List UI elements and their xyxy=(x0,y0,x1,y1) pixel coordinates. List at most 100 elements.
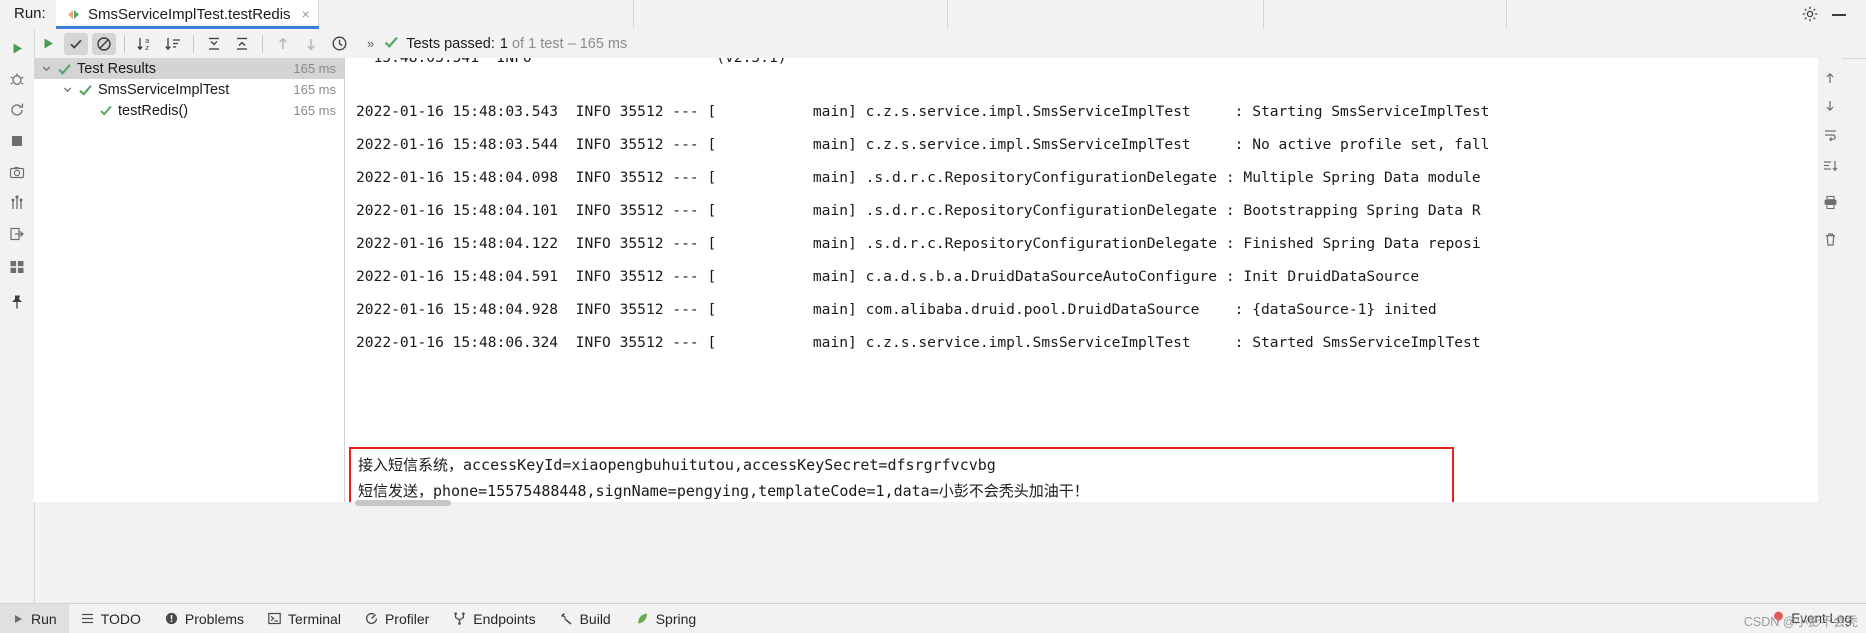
console-log-line: 2022-01-16 15:48:03.543 INFO 35512 --- [… xyxy=(356,103,1490,120)
test-passed-icon xyxy=(78,83,93,97)
console-horizontal-scrollbar[interactable] xyxy=(345,498,1842,508)
console-clipped-line: 15:48:03.541 INFO (v2.5.1) xyxy=(356,58,787,66)
tree-row-sms-service-impl-test[interactable]: SmsServiceImplTest 165 ms xyxy=(34,79,344,100)
tree-row-duration: 165 ms xyxy=(293,61,336,76)
list-lines-icon xyxy=(81,612,94,625)
tab-strip-segment xyxy=(632,0,634,28)
scrollbar-thumb[interactable] xyxy=(355,500,451,506)
next-failed-test-button[interactable] xyxy=(299,33,323,55)
console-highlighted-line: 接入短信系统，accessKeyId=xiaopengbuhuitutou,ac… xyxy=(358,456,996,474)
tests-total-duration: of 1 test – 165 ms xyxy=(511,35,628,52)
status-problems-tab[interactable]: Problems xyxy=(153,604,256,633)
tree-row-label: SmsServiceImplTest xyxy=(98,81,230,98)
status-tab-label: Problems xyxy=(184,610,245,627)
console-log-line: 2022-01-16 15:48:06.324 INFO 35512 --- [… xyxy=(356,334,1481,351)
endpoints-fork-icon xyxy=(453,612,466,625)
console-output[interactable]: 15:48:03.541 INFO (v2.5.1) 2022-01-16 15… xyxy=(345,58,1842,502)
tree-row-test-redis[interactable]: testRedis() 165 ms xyxy=(34,100,344,121)
test-passed-icon xyxy=(99,104,113,117)
status-build-tab[interactable]: Build xyxy=(548,604,623,633)
tree-row-test-results[interactable]: Test Results 165 ms xyxy=(34,58,344,79)
toolbar-separator xyxy=(193,34,194,53)
terminal-prompt-icon xyxy=(268,612,281,625)
console-side-toolbar xyxy=(1818,58,1842,502)
run-config-icon xyxy=(66,7,81,22)
sort-alphabetically-button[interactable]: a z xyxy=(133,33,157,55)
status-tab-label: Profiler xyxy=(384,610,430,627)
status-todo-tab[interactable]: TODO xyxy=(69,604,153,633)
console-log-line: 2022-01-16 15:48:04.098 INFO 35512 --- [… xyxy=(356,169,1481,186)
tree-row-duration: 165 ms xyxy=(293,82,336,97)
console-log-line: 2022-01-16 15:48:04.101 INFO 35512 --- [… xyxy=(356,202,1481,219)
status-tab-label: Spring xyxy=(655,610,697,627)
rail-stop-icon[interactable] xyxy=(0,124,34,158)
toggle-passed-tests-button[interactable] xyxy=(64,32,88,55)
minimize-icon[interactable] xyxy=(1832,5,1848,16)
svg-text:z: z xyxy=(145,44,149,52)
status-spring-tab[interactable]: Spring xyxy=(623,604,708,633)
previous-failed-test-button[interactable] xyxy=(271,33,295,55)
rail-rerun-failed-icon[interactable] xyxy=(0,93,34,127)
status-tab-label: Build xyxy=(579,610,611,627)
run-configuration-tab[interactable]: SmsServiceImplTest.testRedis × xyxy=(56,0,319,28)
tests-passed-label: Tests passed: xyxy=(406,35,495,52)
status-tab-label: Terminal xyxy=(288,610,341,627)
collapse-all-button[interactable] xyxy=(230,33,254,55)
run-label: Run: xyxy=(14,5,46,22)
run-config-tab-label: SmsServiceImplTest.testRedis xyxy=(88,5,291,23)
gear-icon[interactable] xyxy=(1801,5,1819,27)
scroll-to-end-icon[interactable] xyxy=(1818,150,1842,182)
spring-leaf-icon xyxy=(635,612,649,625)
rail-camera-icon[interactable] xyxy=(0,155,34,189)
tree-row-label: testRedis() xyxy=(118,102,189,119)
chevron-down-icon[interactable] xyxy=(40,62,53,75)
test-history-button[interactable] xyxy=(327,33,351,55)
tests-passed-check-icon xyxy=(383,34,400,54)
tests-passed-count: 1 xyxy=(499,35,508,52)
console-log-line: 2022-01-16 15:48:04.591 INFO 35512 --- [… xyxy=(356,268,1420,285)
test-results-tree[interactable]: Test Results 165 ms SmsServiceImplTest 1… xyxy=(34,58,345,502)
status-tab-label: TODO xyxy=(100,610,141,627)
rerun-button[interactable] xyxy=(36,33,60,55)
toolbar-overflow-icon[interactable]: » xyxy=(367,36,374,51)
expand-all-button[interactable] xyxy=(202,33,226,55)
rail-exit-icon[interactable] xyxy=(0,217,34,251)
tab-strip-segment xyxy=(1262,0,1264,28)
test-passed-icon xyxy=(57,62,72,76)
status-terminal-tab[interactable]: Terminal xyxy=(256,604,353,633)
status-endpoints-tab[interactable]: Endpoints xyxy=(441,604,547,633)
rail-layout-icon[interactable] xyxy=(0,250,34,284)
run-toolbar: a z » Tests passed: 1 of 1 test – 165 ms xyxy=(34,29,1866,59)
test-status-summary: » Tests passed: 1 of 1 test – 165 ms xyxy=(367,34,627,54)
tab-strip-segment xyxy=(1505,0,1507,28)
sort-by-duration-button[interactable] xyxy=(161,33,185,55)
chevron-down-icon[interactable] xyxy=(61,83,74,96)
bottom-status-bar: Run TODO Problems Terminal Profiler Endp… xyxy=(0,603,1866,633)
play-triangle-icon xyxy=(12,613,24,625)
wrap-text-icon[interactable] xyxy=(1818,119,1842,151)
toggle-ignored-tests-button[interactable] xyxy=(92,32,116,55)
rail-profiler-icon[interactable] xyxy=(0,186,34,220)
profiler-gauge-icon xyxy=(365,612,378,625)
status-profiler-tab[interactable]: Profiler xyxy=(353,604,441,633)
scroll-down-icon[interactable] xyxy=(1818,90,1842,122)
printer-icon[interactable] xyxy=(1818,186,1842,218)
tree-row-duration: 165 ms xyxy=(293,103,336,118)
close-icon[interactable]: × xyxy=(302,7,310,21)
rail-pin-icon[interactable] xyxy=(0,285,34,319)
exclamation-circle-icon xyxy=(165,612,178,625)
tab-strip-segment xyxy=(946,0,948,28)
run-side-toolbar xyxy=(0,29,35,604)
status-tab-label: Run xyxy=(31,610,57,627)
console-log-line: 2022-01-16 15:48:04.928 INFO 35512 --- [… xyxy=(356,301,1437,318)
toolbar-separator xyxy=(262,34,263,53)
csdn-watermark: CSDN @小彭不会秃 xyxy=(1743,615,1858,629)
console-log-line: 2022-01-16 15:48:03.544 INFO 35512 --- [… xyxy=(356,136,1490,153)
rail-debug-icon[interactable] xyxy=(0,62,34,96)
status-run-tab[interactable]: Run xyxy=(0,604,69,633)
rail-rerun-icon[interactable] xyxy=(0,31,34,65)
tree-row-label: Test Results xyxy=(77,60,156,77)
trash-icon[interactable] xyxy=(1818,223,1842,255)
status-tab-label: Endpoints xyxy=(473,610,536,627)
